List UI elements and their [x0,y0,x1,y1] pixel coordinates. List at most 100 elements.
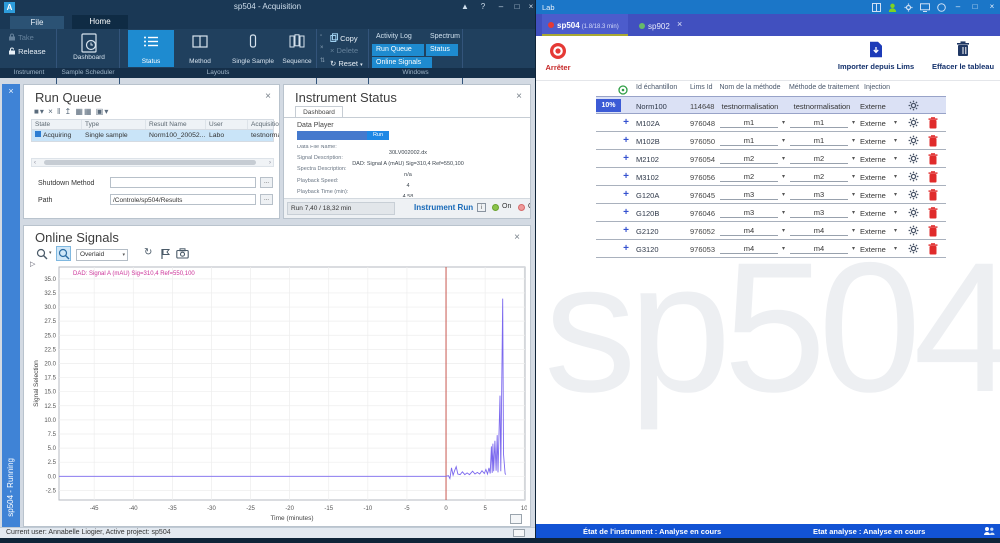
window-status-button[interactable]: Status [426,44,458,56]
treatment-dropdown[interactable]: m2 [790,172,848,182]
import-lims-button[interactable]: Importer depuis Lims [836,62,916,71]
layout-method-button[interactable]: Method [177,30,223,67]
window-activity-log-button[interactable]: Activity Log [372,31,424,43]
injection-dropdown[interactable]: Externe [860,245,886,254]
instrument-side-tab[interactable]: × sp504 - Running [2,84,20,527]
chevron-down-icon[interactable]: ▾ [894,119,897,126]
chevron-down-icon[interactable]: ▾ [782,245,785,252]
mini-toolbar-icon[interactable]: ⇅ [320,57,325,64]
copy-button[interactable]: Copy [330,33,358,43]
info-circle-icon[interactable] [937,3,946,12]
side-tab-close-icon[interactable]: × [2,86,20,96]
tab-sp902[interactable]: sp902 [639,14,670,36]
camera-icon[interactable] [176,248,189,259]
shutdown-browse-button[interactable]: ... [260,177,273,188]
scroll-left-icon[interactable]: ‹ [34,160,36,166]
sample-row[interactable]: +M2102976054m2▾m2▾Externe▾ [596,150,946,168]
method-dropdown[interactable]: m2 [720,172,778,182]
expand-row-button[interactable]: + [620,243,632,254]
chart-svg[interactable]: 35.032.530.027.525.022.520.017.515.012.5… [31,266,527,524]
chevron-down-icon[interactable]: ▾ [782,191,785,198]
maximize-button[interactable]: □ [510,2,524,11]
online-signals-close-icon[interactable]: × [514,232,520,243]
chevron-down-icon[interactable]: ▾ [852,137,855,144]
info-button[interactable]: i [477,203,486,212]
close-button[interactable]: × [524,2,535,11]
chevron-down-icon[interactable]: ▾ [852,245,855,252]
injection-dropdown[interactable]: Externe [860,119,886,128]
injection-dropdown[interactable]: Externe [860,137,886,146]
dashboard-button[interactable]: Dashboard [62,30,116,67]
injection-dropdown[interactable]: Externe [860,209,886,218]
instrument-status-close-icon[interactable]: × [516,91,522,102]
users-icon[interactable] [983,526,995,536]
treatment-dropdown[interactable]: m3 [790,190,848,200]
pin-icon[interactable] [160,248,171,260]
path-input[interactable]: /Controle/sp504/Results [110,194,256,205]
method-dropdown[interactable]: m1 [720,118,778,128]
injection-dropdown[interactable]: Externe [860,227,886,236]
treatment-dropdown[interactable]: m1 [790,136,848,146]
run-queue-col-header[interactable]: User [206,120,248,129]
expand-row-button[interactable]: + [620,225,632,236]
row-settings-button[interactable] [908,189,919,200]
chevron-down-icon[interactable]: ▾ [852,227,855,234]
run-queue-col-header[interactable]: Result Name [146,120,206,129]
minimize-button[interactable]: – [494,2,508,11]
chevron-down-icon[interactable]: ▾ [782,155,785,162]
signal-chart[interactable]: 35.032.530.027.525.022.520.017.515.012.5… [31,266,527,524]
sample-row[interactable]: +G3120976053m4▾m4▾Externe▾ [596,240,946,258]
treatment-dropdown[interactable]: m4 [790,226,848,236]
row-settings-button[interactable] [908,135,919,146]
stop-button[interactable]: Arrêter [538,63,578,72]
tab-file[interactable]: File [10,16,64,29]
expand-row-button[interactable]: + [620,189,632,200]
minimize-button[interactable]: – [953,2,963,12]
row-settings-button[interactable] [908,117,919,128]
release-button[interactable]: Release [8,47,46,56]
clear-table-button[interactable]: Effacer le tableau [928,62,998,71]
treatment-dropdown[interactable]: m2 [790,154,848,164]
status-window-icon[interactable] [513,529,525,537]
delete-row-button[interactable] [928,117,938,129]
method-dropdown[interactable]: m3 [720,190,778,200]
refresh-icon[interactable]: ↻ [144,247,152,258]
injection-dropdown[interactable]: Externe [860,191,886,200]
chevron-down-icon[interactable]: ▾ [852,173,855,180]
help-button[interactable]: ? [476,2,490,11]
delete-row-button[interactable] [928,153,938,165]
chevron-down-icon[interactable]: ▾ [894,227,897,234]
sample-row[interactable]: +M102A976048m1▾m1▾Externe▾ [596,114,946,132]
clear-table-trash-icon[interactable] [956,41,970,57]
tab-close-icon[interactable]: × [677,19,682,29]
row-settings-button[interactable] [908,225,919,236]
method-dropdown[interactable]: m3 [720,208,778,218]
chevron-down-icon[interactable]: ▾ [894,245,897,252]
row-settings-button[interactable] [908,171,919,182]
method-dropdown[interactable]: m4 [720,226,778,236]
method-dropdown[interactable]: m1 [720,136,778,146]
treatment-dropdown[interactable]: m1 [790,118,848,128]
gear-icon[interactable] [904,3,913,12]
row-settings-button[interactable] [908,153,919,164]
method-dropdown[interactable]: m4 [720,244,778,254]
layout-sequence-button[interactable]: Sequence [281,30,313,67]
run-queue-row[interactable]: AcquiringSingle sampleNorm100_20052...La… [31,130,274,142]
delete-row-button[interactable] [928,135,938,147]
delete-row-button[interactable] [928,225,938,237]
chevron-down-icon[interactable]: ▾ [852,209,855,216]
ribbon-collapse-icon[interactable]: ▲ [458,2,472,11]
reset-button[interactable]: ↻ Reset ▾ [330,59,363,68]
delete-row-button[interactable] [928,171,938,183]
user-icon[interactable] [888,3,897,12]
import-file-icon[interactable] [869,41,883,58]
layout-single-sample-button[interactable]: Single Sample [229,30,277,67]
treatment-dropdown[interactable]: m4 [790,244,848,254]
chevron-down-icon[interactable]: ▾ [852,119,855,126]
method-dropdown[interactable]: m2 [720,154,778,164]
run-queue-col-header[interactable]: State [32,120,82,129]
layout-grid-icon[interactable] [872,3,881,12]
horizontal-scrollbar[interactable]: ‹ › [31,158,274,167]
overlay-mode-select[interactable]: Overlaid ▾ [76,249,128,261]
chevron-down-icon[interactable]: ▾ [894,209,897,216]
